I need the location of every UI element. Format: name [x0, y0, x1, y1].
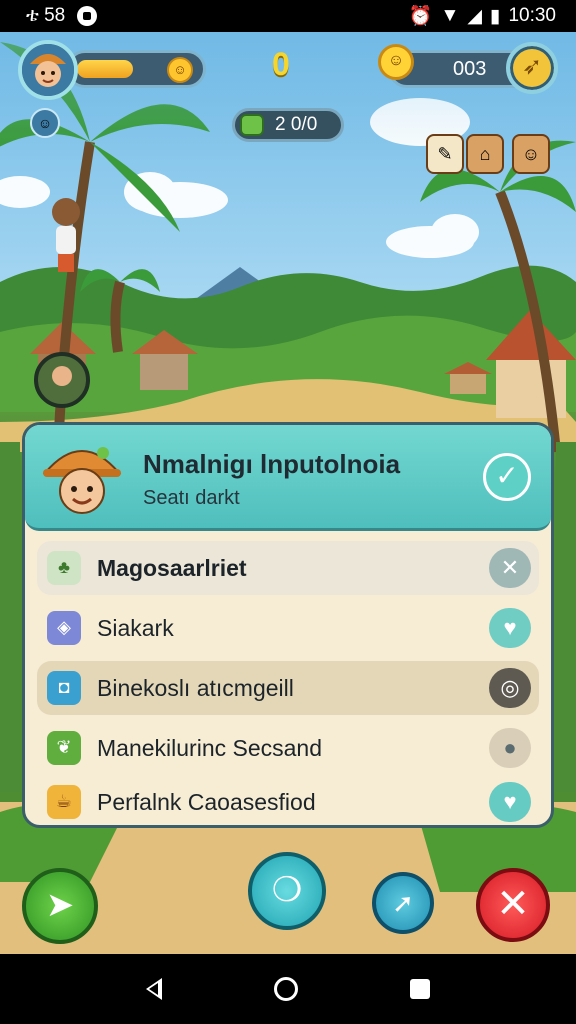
quest-row-label: Magosaarlriet: [97, 555, 247, 581]
gem-icon: [240, 114, 264, 136]
quest-row-label: Perfalnk Caoasesfiod: [97, 789, 316, 815]
heart-icon[interactable]: ♥: [489, 782, 531, 822]
send-plane-button[interactable]: ➤: [22, 868, 98, 944]
quest-row[interactable]: ♣ Magosaarlriet ✕: [37, 541, 539, 595]
leaf-icon: ❦: [47, 731, 81, 765]
cup-icon: ☕: [47, 785, 81, 819]
quest-row-label: Binekoslı atıcmgeill: [97, 675, 294, 701]
explorer-avatar-icon: [42, 447, 122, 514]
quest-row[interactable]: ☕ Perfalnk Caoasesfiod ♥: [37, 775, 539, 825]
alarm-icon: ⏰: [408, 6, 433, 27]
status-time: 10:30: [508, 5, 556, 26]
smiley-icon: ☺: [167, 57, 193, 83]
chat-icon: ◘: [47, 671, 81, 705]
score-counter: 0: [272, 46, 290, 82]
map-icon: ◈: [47, 611, 81, 645]
close-red-button[interactable]: ✕: [476, 868, 550, 942]
map-tool-button[interactable]: ⌂: [466, 134, 504, 174]
android-nav-bar: [0, 954, 576, 1024]
quest-panel-header: Nmalnigı lnputolnoia Seatı darkt ✓: [25, 425, 551, 531]
quest-row[interactable]: ◘ Binekoslı atıcmgeill ◎: [37, 661, 539, 715]
recents-icon[interactable]: [410, 979, 430, 999]
coin-icon: ☺: [378, 44, 414, 80]
quest-panel: Nmalnigı lnputolnoia Seatı darkt ✓ ♣ Mag…: [22, 422, 554, 828]
plant-icon: ♣: [47, 551, 81, 585]
quest-subtitle: Seatı darkt: [143, 487, 240, 509]
xp-bar-fill: [77, 60, 133, 78]
quest-row[interactable]: ◈ Siakark ♥: [37, 601, 539, 655]
wifi-icon: ▼: [440, 5, 460, 26]
status-bar: ቴ 58 ⏰ ▼ ◢ ▮ 10:30: [0, 0, 576, 32]
confirm-check-button[interactable]: ✓: [483, 453, 531, 501]
close-icon[interactable]: ✕: [489, 548, 531, 588]
quest-row[interactable]: ❦ Manekilurinc Secsand ●: [37, 721, 539, 775]
xp-bar: ☺: [66, 50, 206, 88]
notification-icon: [77, 6, 98, 26]
signal-icon: ◢: [467, 5, 482, 27]
character-tool-button[interactable]: ☺: [512, 134, 550, 174]
battery-icon: ▮: [489, 5, 501, 27]
back-icon[interactable]: [146, 978, 162, 1000]
direction-button[interactable]: ➚: [372, 872, 434, 934]
companion-icon[interactable]: ☺: [30, 108, 60, 138]
explorer-face-icon: [22, 44, 74, 96]
game-scene[interactable]: ☺ ☺ 0 003 ☺ ➶ 2 0/0 ✎ ⌂ ☺ Nmalnigı lnput…: [0, 32, 576, 954]
heart-icon[interactable]: ♥: [489, 608, 531, 648]
quest-title: Nmalnigı lnputolnoia: [143, 449, 401, 479]
home-icon[interactable]: [274, 977, 298, 1001]
status-left-text: ቴ 58: [26, 5, 66, 26]
quest-row-label: Siakark: [97, 615, 174, 641]
pencil-tool-button[interactable]: ✎: [426, 134, 464, 174]
pin-icon[interactable]: ●: [489, 728, 531, 768]
quest-row-label: Manekilurinc Secsand: [97, 735, 323, 761]
compass-button[interactable]: ➶: [506, 42, 558, 94]
chat-bubble-button[interactable]: ❍: [248, 852, 326, 930]
target-icon[interactable]: ◎: [489, 668, 531, 708]
player-avatar[interactable]: [18, 40, 78, 100]
